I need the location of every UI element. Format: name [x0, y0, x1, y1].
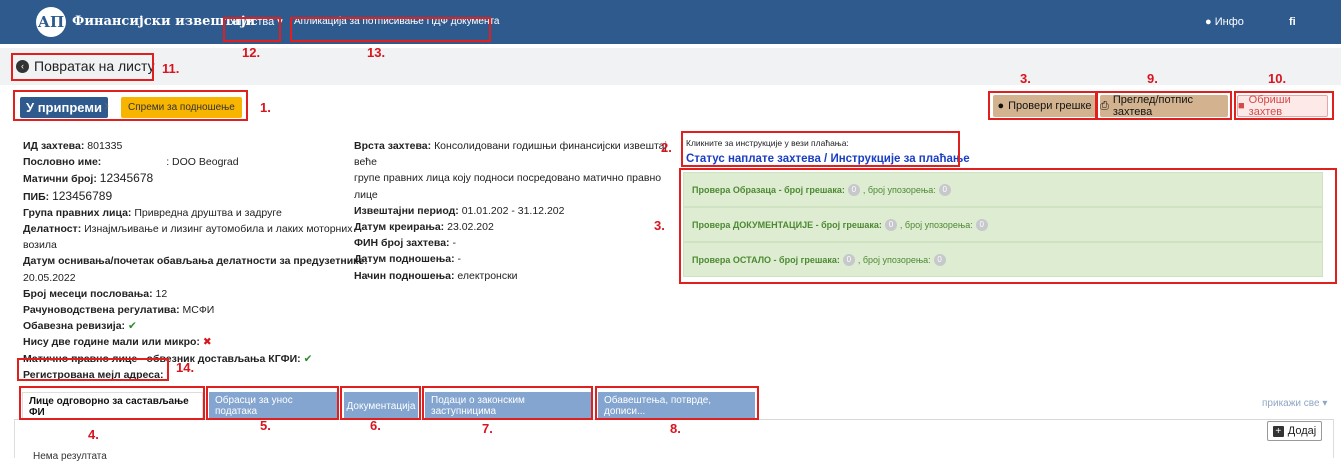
- reg-no-label: Матични број:: [23, 173, 97, 186]
- fin-label: ФИН број захтева:: [354, 237, 450, 250]
- method-label: Начин подношења:: [354, 269, 455, 282]
- annotation-number: 13.: [367, 45, 386, 60]
- request-info: ИД захтева: 801335 Пословно име: : DOO B…: [23, 138, 368, 383]
- regulation: МСФИ: [182, 304, 215, 317]
- type-label: Врста захтева:: [354, 140, 432, 152]
- add-button[interactable]: + Додај: [1267, 421, 1322, 441]
- logo[interactable]: АП: [36, 7, 66, 37]
- annotation-number: 12.: [242, 45, 261, 60]
- period-label: Извештајни период:: [354, 204, 459, 217]
- annotation-box: [422, 386, 593, 420]
- activity-cont: возила: [23, 239, 57, 252]
- annotation-box: [19, 386, 205, 420]
- request-id-label: ИД захтева:: [23, 140, 85, 152]
- created-label: Датум креирања:: [354, 221, 445, 234]
- plus-icon: +: [1272, 425, 1284, 437]
- checkmark-icon: ✔: [127, 320, 137, 333]
- created: 23.02.202: [447, 221, 494, 234]
- annotation-box: [681, 131, 960, 167]
- annotation-box: [1234, 91, 1334, 120]
- submitted-label: Датум подношења:: [354, 253, 455, 266]
- months-label: Број месеци пословања:: [23, 287, 153, 300]
- info-icon: ●: [1205, 16, 1212, 28]
- annotation-box: [13, 90, 248, 121]
- annotation-box: [679, 168, 1337, 284]
- annotation-number: 6.: [370, 418, 381, 433]
- annotation-box: [223, 17, 281, 42]
- founding-date: 20.05.2022: [23, 271, 76, 284]
- annotation-number: 2.: [661, 140, 672, 155]
- audit-label: Обавезна ревизија:: [23, 320, 126, 333]
- regulation-label: Рачуноводствена регулатива:: [23, 304, 180, 317]
- request-details: Врста захтева: Консолидовани годишњи фин…: [354, 138, 674, 284]
- annotation-number: 5.: [260, 418, 271, 433]
- group-label: Група правних лица:: [23, 206, 132, 219]
- annotation-number: 3.: [654, 218, 665, 233]
- checkmark-icon: ✔: [303, 352, 313, 365]
- submitted: -: [457, 253, 462, 266]
- annotation-box: [17, 358, 169, 381]
- period: 01.01.202 - 31.12.202: [461, 204, 565, 217]
- request-id: 801335: [87, 140, 123, 152]
- annotation-number: 14.: [176, 360, 195, 375]
- pib: 123456789: [52, 188, 113, 203]
- business-name: : DOO Beograd: [166, 156, 239, 169]
- activity-label: Делатност:: [23, 223, 82, 236]
- annotation-box: [290, 17, 491, 42]
- annotation-box: [1096, 91, 1232, 120]
- annotation-box: [340, 386, 421, 420]
- annotation-box: [206, 386, 339, 420]
- annotation-number: 10.: [1268, 71, 1287, 86]
- user-menu[interactable]: fi: [1289, 0, 1296, 44]
- request-type-cont: групе правних лица коју подноси посредов…: [354, 172, 662, 201]
- business-name-label: Пословно име:: [23, 156, 102, 169]
- annotation-box: [11, 53, 154, 81]
- annotation-number: 9.: [1147, 71, 1158, 86]
- info-label: Инфо: [1214, 16, 1244, 28]
- no-results-text: Нема резултата: [33, 451, 107, 462]
- annotation-number: 4.: [88, 427, 99, 442]
- group: Привредна друштва и задруге: [134, 206, 282, 219]
- method: електронски: [457, 269, 518, 282]
- reg-no: 12345678: [99, 171, 154, 186]
- show-all-link[interactable]: прикажи све ▾: [1262, 398, 1327, 409]
- annotation-number: 8.: [670, 421, 681, 436]
- months: 12: [155, 287, 168, 300]
- annotation-number: 7.: [482, 421, 493, 436]
- annotation-number: 3.: [1020, 71, 1031, 86]
- activity: Изнајмљивање и лизинг аутомобила и лаких…: [84, 223, 353, 236]
- pib-label: ПИБ:: [23, 190, 50, 203]
- annotation-number: 11.: [162, 61, 180, 76]
- info-link[interactable]: ● Инфо: [1205, 0, 1244, 44]
- annotation-box: [988, 91, 1097, 120]
- back-bar: [0, 48, 1341, 85]
- small-label: Нису две године мали или микро:: [23, 336, 200, 349]
- fin: -: [452, 237, 456, 250]
- founding-label: Датум оснивања/почетак обављања делатнос…: [23, 255, 368, 268]
- annotation-number: 1.: [260, 100, 271, 115]
- annotation-box: [595, 386, 759, 420]
- add-label: Додај: [1287, 425, 1317, 437]
- cross-icon: ✖: [202, 336, 212, 349]
